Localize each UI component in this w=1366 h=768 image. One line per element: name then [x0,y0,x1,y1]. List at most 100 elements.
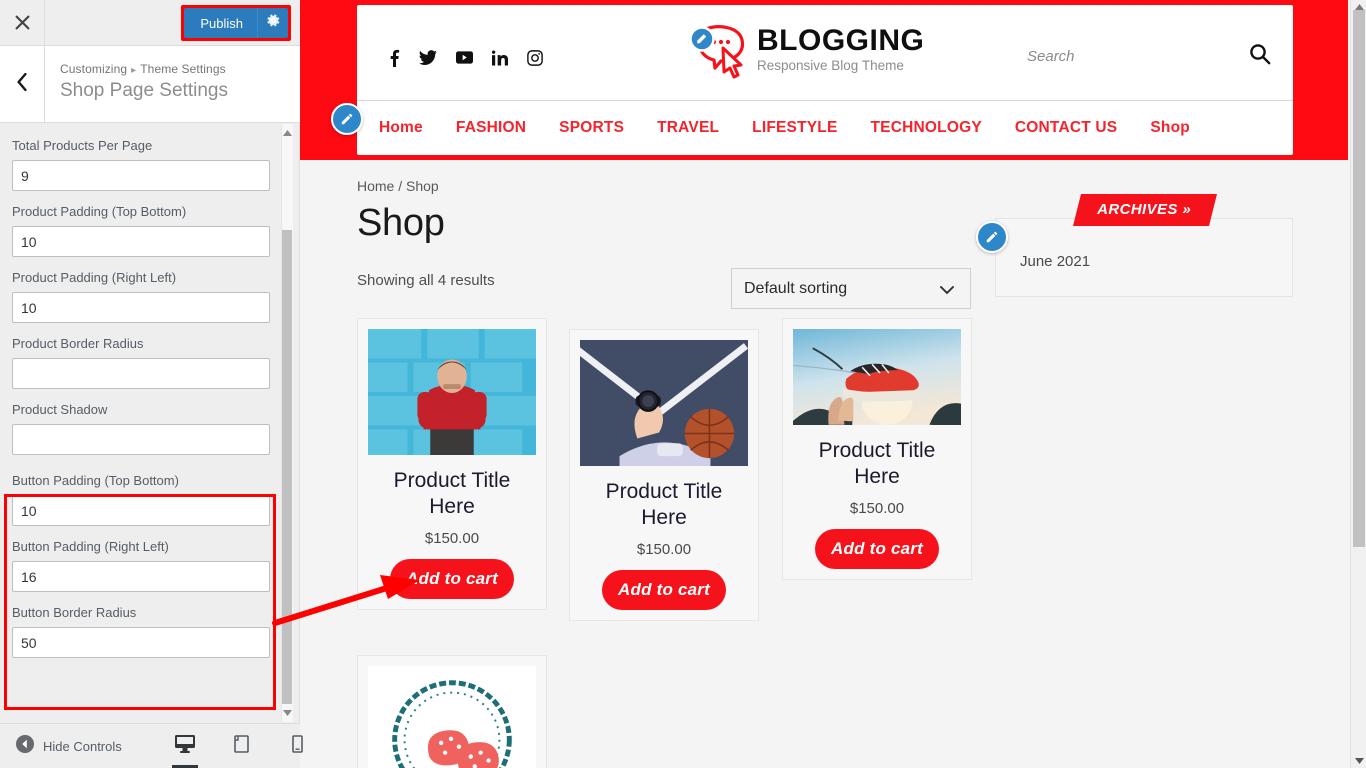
field-label: Button Border Radius [12,605,137,620]
browser-scrollbar[interactable] [1350,0,1366,768]
tablet-preview-button[interactable] [226,724,256,768]
product-border-radius-input[interactable] [12,358,270,389]
preview-frame: BLOGGING Responsive Blog Theme Home FASH… [300,0,1350,768]
primary-nav: Home FASHION SPORTS TRAVEL LIFESTYLE TEC… [357,101,1293,155]
instagram-icon[interactable] [527,49,543,66]
scroll-up-arrow-icon[interactable] [282,128,292,138]
product-image-3 [368,666,536,768]
linkedin-icon[interactable] [492,49,508,66]
collapse-left-icon [16,734,34,758]
product-price-2: $150.00 [849,499,905,517]
customizer-footer: Hide Controls [0,723,303,768]
archives-widget: June 2021 [995,218,1293,297]
facebook-icon[interactable] [389,48,400,67]
publish-settings-button[interactable] [257,8,288,38]
nav-item-5[interactable]: TECHNOLOGY [871,119,982,137]
back-button[interactable] [0,46,45,122]
product-padding-right-left-input[interactable] [12,292,270,323]
product-card-2[interactable]: Product Title Here $150.00 Add to cart [782,318,972,580]
field-label: Product Border Radius [12,336,144,351]
nav-item-6[interactable]: CONTACT US [1015,119,1117,137]
product-card-0[interactable]: Product Title Here $150.00 Add to cart [357,318,547,610]
scroll-down-arrow-icon[interactable] [282,708,292,718]
speech-bubble-cursor-logo-icon [689,23,751,81]
mobile-preview-button[interactable] [282,724,312,768]
product-card-3[interactable] [357,655,547,768]
field-button-border-radius: Button Border Radius [12,605,287,658]
brand-title: BLOGGING [757,24,925,57]
search-input[interactable] [1025,47,1219,66]
product-card-1[interactable]: Product Title Here $150.00 Add to cart [569,329,759,621]
field-product-padding-right-left: Product Padding (Right Left) [12,270,287,323]
publish-highlight-box: Publish [181,5,291,41]
button-border-radius-input[interactable] [12,627,270,658]
customizer-controls-scroll[interactable]: Total Products Per Page Product Padding … [0,124,299,722]
scroll-down-arrow-icon[interactable] [1354,756,1364,766]
nav-item-2[interactable]: SPORTS [559,119,624,137]
field-label: Product Shadow [12,402,108,417]
add-to-cart-button-2[interactable]: Add to cart [815,528,939,569]
search-icon[interactable] [1249,43,1271,70]
breadcrumb-separator-icon: ▸ [131,65,137,76]
social-links [389,48,543,67]
total-products-per-page-input[interactable] [12,160,270,191]
field-button-padding-top-bottom: Button Padding (Top Bottom) [12,473,287,526]
product-title-1: Product Title Here [605,480,723,529]
field-button-padding-right-left: Button Padding (Right Left) [12,539,287,592]
browser-scrollbar-thumb[interactable] [1353,10,1365,547]
brand-tagline: Responsive Blog Theme [757,58,904,73]
nav-item-4[interactable]: LIFESTYLE [752,119,837,137]
product-padding-top-bottom-input[interactable] [12,226,270,257]
desktop-preview-button[interactable] [170,724,200,768]
customizer-sidebar: Publish Customizing ▸ Theme Settings Sho… [0,0,303,768]
product-title-0: Product Title Here [393,469,511,518]
sidebar-scrollbar-thumb[interactable] [282,230,292,704]
header-search [1025,43,1271,70]
product-shadow-input[interactable] [12,424,270,455]
product-image-0 [368,329,536,455]
field-label: Button Padding (Top Bottom) [12,473,179,488]
button-padding-right-left-input[interactable] [12,561,270,592]
product-title-2: Product Title Here [818,438,936,488]
site-logo[interactable]: BLOGGING Responsive Blog Theme [689,23,924,81]
nav-item-3[interactable]: TRAVEL [657,119,719,137]
nav-item-7[interactable]: Shop [1150,119,1190,137]
product-image-1 [580,340,748,466]
tablet-icon [233,735,249,758]
field-label: Product Padding (Right Left) [12,270,177,285]
page-title: Shop Page Settings [60,80,228,101]
publish-button[interactable]: Publish [184,8,257,38]
archives-item-0[interactable]: June 2021 [1020,253,1090,270]
breadcrumb: Customizing ▸ Theme Settings [60,62,226,76]
breadcrumb: Home / Shop [357,178,439,194]
desktop-icon [175,735,195,758]
sorting-select[interactable]: Default sorting [731,268,971,309]
archives-widget-title-text: ARCHIVES » [1097,201,1192,218]
add-to-cart-button-0[interactable]: Add to cart [390,559,514,599]
edit-pencil-icon-widget[interactable] [976,221,1008,253]
gear-icon [266,13,281,33]
field-product-border-radius: Product Border Radius [12,336,287,389]
result-count: Showing all 4 results [357,272,495,289]
nav-item-1[interactable]: FASHION [456,119,526,137]
shop-content: Home / Shop Shop Showing all 4 results D… [300,160,1348,768]
page-title: Shop [357,202,445,244]
device-preview-switcher [170,724,312,768]
mobile-icon [291,735,303,758]
hide-controls-button[interactable]: Hide Controls [16,734,122,758]
breadcrumb-root[interactable]: Customizing [60,62,127,76]
customizer-screen: BLOGGING Responsive Blog Theme Home FASH… [0,0,1366,768]
add-to-cart-button-1[interactable]: Add to cart [602,570,726,610]
youtube-icon[interactable] [456,51,473,64]
site-header: BLOGGING Responsive Blog Theme Home FASH… [357,5,1293,155]
product-price-1: $150.00 [636,541,692,558]
breadcrumb-parent[interactable]: Theme Settings [140,62,225,76]
archives-widget-title: ARCHIVES » [1073,194,1218,226]
hide-controls-label: Hide Controls [43,738,122,754]
button-padding-top-bottom-input[interactable] [12,495,270,526]
close-customizer-button[interactable] [0,0,45,45]
edit-pencil-icon-nav[interactable] [331,103,363,135]
field-label: Product Padding (Top Bottom) [12,204,187,219]
nav-item-0[interactable]: Home [379,119,423,137]
twitter-icon[interactable] [419,49,437,66]
